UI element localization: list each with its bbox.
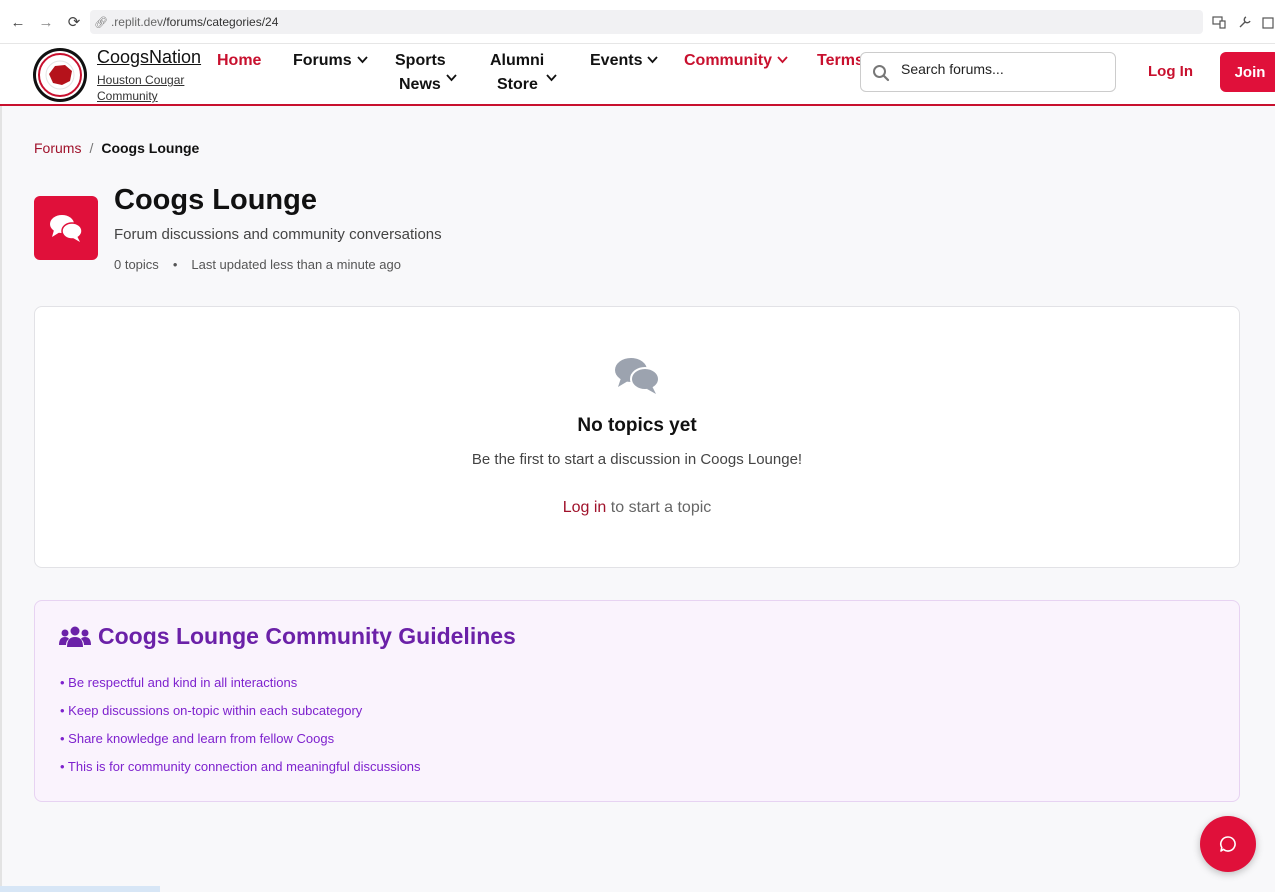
guidelines-card: Coogs Lounge Community Guidelines • Be r… <box>34 600 1240 802</box>
empty-state-subtitle: Be the first to start a discussion in Co… <box>471 451 803 468</box>
chevron-down-icon <box>357 49 368 73</box>
breadcrumb-separator: / <box>89 140 94 156</box>
login-to-post-link[interactable]: Log in <box>563 499 607 516</box>
wrench-icon[interactable] <box>1236 13 1254 31</box>
empty-topics-card: No topics yet Be the first to start a di… <box>34 306 1240 568</box>
brand-name[interactable]: CoogsNation <box>97 47 201 68</box>
guideline-item: • Keep discussions on-topic within each … <box>60 703 363 718</box>
nav-alumni-store[interactable]: Alumni Store <box>490 49 562 97</box>
nav-community[interactable]: Community <box>684 49 788 73</box>
guidelines-list: • Be respectful and kind in all interact… <box>60 675 421 787</box>
link-icon: 🔗︎ <box>94 16 108 29</box>
devices-icon[interactable] <box>1210 13 1228 31</box>
chat-bubble-icon <box>1220 836 1236 852</box>
meta-separator: • <box>172 257 178 272</box>
last-updated: Last updated less than a minute ago <box>191 257 401 272</box>
coogsnation-logo[interactable] <box>33 48 87 102</box>
reload-icon[interactable]: ⟳ <box>64 12 84 32</box>
url-path: /forums/categories/24 <box>163 15 279 29</box>
topics-count: 0 topics <box>114 257 159 272</box>
nav-events-label: Events <box>590 52 643 70</box>
category-description: Forum discussions and community conversa… <box>114 226 442 243</box>
guidelines-title: Coogs Lounge Community Guidelines <box>59 623 516 650</box>
join-button[interactable]: Join <box>1220 52 1275 92</box>
comments-icon <box>50 215 83 242</box>
nav-forums-label: Forums <box>293 52 352 70</box>
address-bar[interactable]: 🔗︎ .replit.dev/forums/categories/24 <box>90 10 1203 34</box>
guideline-item: • Share knowledge and learn from fellow … <box>60 731 335 746</box>
chevron-down-icon <box>546 67 557 91</box>
nav-home[interactable]: Home <box>217 49 261 73</box>
category-meta: 0 topics • Last updated less than a minute… <box>114 257 401 272</box>
nav-events[interactable]: Events <box>590 49 659 73</box>
chevron-down-icon <box>446 67 457 91</box>
category-title: Coogs Lounge <box>114 184 317 216</box>
cta-text: to start a topic <box>606 499 712 516</box>
category-icon-box <box>34 196 98 260</box>
chevron-down-icon <box>777 49 788 73</box>
status-strip <box>0 886 160 892</box>
guideline-item: • This is for community connection and m… <box>60 759 421 774</box>
search-input[interactable] <box>901 61 1101 77</box>
back-arrow-icon[interactable]: ← <box>8 12 28 32</box>
breadcrumb-forums-link[interactable]: Forums <box>34 140 81 156</box>
guidelines-title-text: Coogs Lounge Community Guidelines <box>98 623 516 649</box>
external-link-icon[interactable] <box>1260 13 1275 31</box>
search-box[interactable] <box>860 52 1116 92</box>
breadcrumb: Forums / Coogs Lounge <box>34 140 199 156</box>
guideline-item: • Be respectful and kind in all interact… <box>60 675 298 690</box>
url-host: .replit.dev <box>110 15 163 29</box>
nav-sports-news[interactable]: Sports News <box>395 49 465 97</box>
search-icon <box>873 65 890 82</box>
login-link[interactable]: Log In <box>1148 63 1193 80</box>
nav-terms[interactable]: Terms <box>817 49 864 73</box>
empty-state-cta: Log in to start a topic <box>35 499 1239 517</box>
nav-community-label: Community <box>684 52 772 70</box>
chevron-down-icon <box>647 49 659 73</box>
site-header: CoogsNation Houston Cougar Community Hom… <box>0 44 1275 106</box>
brand-tagline[interactable]: Houston Cougar Community <box>97 72 197 104</box>
chat-button[interactable] <box>1200 816 1256 872</box>
window-edge <box>0 44 2 892</box>
forward-arrow-icon[interactable]: → <box>36 12 56 32</box>
comments-icon <box>615 358 660 394</box>
users-icon <box>59 626 91 647</box>
empty-state-title: No topics yet <box>577 415 697 436</box>
nav-forums[interactable]: Forums <box>293 49 368 73</box>
browser-toolbar: ← → ⟳ 🔗︎ .replit.dev/forums/categories/2… <box>0 0 1275 44</box>
breadcrumb-current: Coogs Lounge <box>101 140 200 156</box>
